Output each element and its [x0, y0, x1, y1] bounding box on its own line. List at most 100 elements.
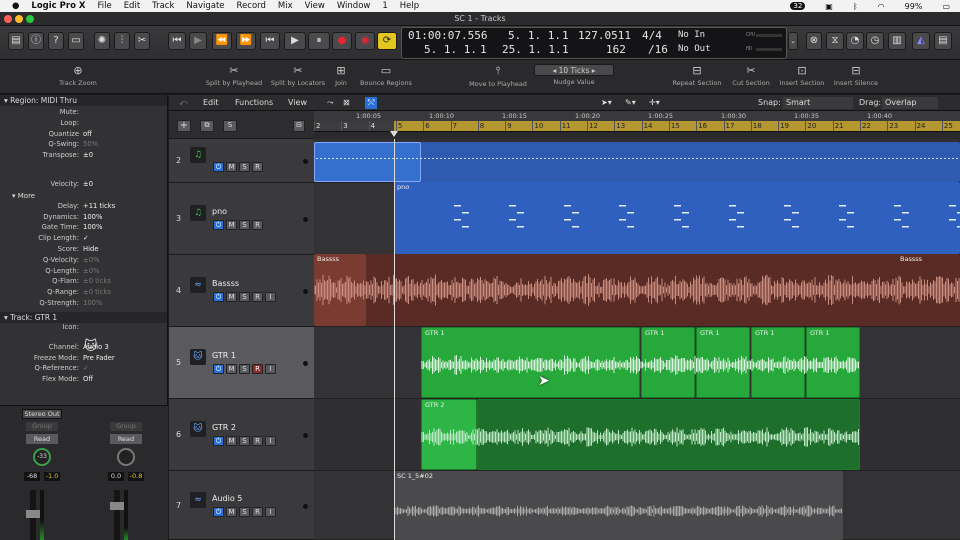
- menu-track[interactable]: Track: [152, 1, 174, 11]
- peak-readout-1[interactable]: -1.0: [44, 472, 60, 481]
- track-solo-button[interactable]: S: [239, 292, 250, 302]
- region-param-row[interactable]: Mute:: [0, 108, 167, 119]
- track-mute-button[interactable]: M: [226, 220, 237, 230]
- region-param-row[interactable]: Quantize off: [0, 130, 167, 141]
- track-solo-button[interactable]: S: [239, 436, 250, 446]
- track-name[interactable]: Bassss: [212, 279, 239, 288]
- track-power-button[interactable]: ⏻: [213, 506, 224, 517]
- control-icon[interactable]: ▣: [825, 2, 833, 11]
- track-inspector-header[interactable]: ▾ Track: GTR 1: [0, 311, 167, 323]
- track-icon[interactable]: ♫: [190, 147, 206, 163]
- play-button[interactable]: ▶: [284, 32, 306, 50]
- more-param-value[interactable]: +11 ticks: [83, 202, 115, 210]
- marquee-tool-icon[interactable]: ✛▾: [649, 97, 660, 109]
- minimize-window-button[interactable]: [15, 15, 23, 23]
- track-record-button[interactable]: R: [252, 220, 263, 230]
- drag-select[interactable]: Overlap: [882, 97, 938, 109]
- close-window-button[interactable]: [4, 15, 12, 23]
- back-arrow-icon[interactable]: ⤺: [179, 97, 188, 109]
- output-stereo-out[interactable]: Stereo Out: [22, 409, 62, 419]
- track-solo-button[interactable]: S: [239, 162, 250, 172]
- region-bassss-2[interactable]: Bassss: [366, 254, 960, 326]
- volume-readout-1[interactable]: -68: [24, 472, 40, 481]
- track-power-button[interactable]: ⏻: [213, 364, 224, 374]
- peak-readout-2[interactable]: -0.8: [128, 472, 144, 481]
- track-volume-dot[interactable]: [303, 503, 308, 509]
- region-gtr1-2[interactable]: GTR 1: [641, 327, 695, 398]
- track-header[interactable]: 2 ♫ ⏻ M S R: [169, 139, 314, 183]
- automation-read-1[interactable]: Read: [26, 434, 58, 444]
- volume-readout-2[interactable]: 0.0: [108, 472, 124, 481]
- link-icon[interactable]: ⤲: [365, 97, 378, 109]
- editors-scissors-icon[interactable]: ✂: [134, 32, 150, 50]
- track-mute-button[interactable]: M: [226, 162, 237, 172]
- battery-level[interactable]: 99%: [905, 2, 923, 11]
- track-record-button[interactable]: R: [252, 162, 263, 172]
- more-param-row[interactable]: Score: Hide: [0, 245, 167, 256]
- region-param-value[interactable]: ±0: [83, 151, 93, 159]
- track-record-button[interactable]: R: [252, 436, 263, 446]
- menu-file[interactable]: File: [97, 1, 111, 11]
- region-bassss-1[interactable]: Bassss: [314, 254, 366, 326]
- track-record-button[interactable]: R: [252, 292, 263, 302]
- menu-view[interactable]: View: [305, 1, 325, 11]
- more-param-row[interactable]: Q-Flam: ±0 ticks: [0, 277, 167, 288]
- track-param-value[interactable]: ✓: [83, 364, 89, 372]
- menu-record[interactable]: Record: [237, 1, 266, 11]
- wifi-icon[interactable]: ◠: [878, 2, 885, 11]
- more-param-value[interactable]: ±0 ticks: [83, 277, 111, 285]
- menu-help[interactable]: Help: [400, 1, 419, 11]
- more-param-value[interactable]: 100%: [83, 299, 102, 307]
- more-param-row[interactable]: Q-Length: ±0%: [0, 267, 167, 278]
- playhead[interactable]: [394, 139, 395, 540]
- region-inspector-header[interactable]: ▾ Region: MIDI Thru: [0, 95, 167, 106]
- menu-mix[interactable]: Mix: [278, 1, 293, 11]
- track-record-button[interactable]: R: [252, 364, 263, 374]
- track-solo-button[interactable]: S: [239, 506, 250, 517]
- region-gtr1-1[interactable]: GTR 1: [421, 327, 640, 398]
- group-slot-1[interactable]: Group: [26, 422, 58, 431]
- lcd-display[interactable]: 01:00:07.556 5. 1. 1. 1 127.0511 4/4 No …: [401, 27, 787, 59]
- note-pad-icon[interactable]: ◷: [866, 32, 884, 50]
- bounce-regions-tool[interactable]: ▭ Bounce Regions: [358, 64, 414, 87]
- track-icon[interactable]: 🐱: [190, 349, 206, 365]
- add-track-button[interactable]: +: [177, 120, 191, 132]
- menu-app[interactable]: Logic Pro X: [31, 1, 85, 11]
- fader-2[interactable]: [114, 490, 120, 540]
- insert-section-tool[interactable]: ⊡ Insert Section: [778, 64, 826, 87]
- region-param-value[interactable]: ±0: [83, 180, 93, 188]
- track-param-row[interactable]: Q-Reference: ✓: [0, 364, 167, 375]
- edit-menu[interactable]: Edit: [203, 97, 219, 109]
- track-solo-button[interactable]: S: [239, 364, 250, 374]
- insert-silence-tool[interactable]: ⊟ Insert Silence: [832, 64, 880, 87]
- region-param-row[interactable]: Loop:: [0, 119, 167, 130]
- region-param-value[interactable]: 50%: [83, 140, 98, 148]
- status-badge[interactable]: 32: [790, 2, 806, 10]
- track-param-value[interactable]: Off: [83, 375, 93, 383]
- menu-window[interactable]: Window: [337, 1, 371, 11]
- track-icon[interactable]: ≈: [190, 491, 206, 508]
- track-input-monitor-button[interactable]: I: [265, 506, 276, 517]
- new-track-stack-icon[interactable]: ⧉: [200, 120, 214, 132]
- track-volume-dot[interactable]: [303, 433, 308, 438]
- split-locators-tool[interactable]: ✂ Split by Locators: [270, 64, 326, 87]
- more-param-value[interactable]: ✓: [83, 234, 89, 242]
- zoom-window-button[interactable]: [26, 15, 34, 23]
- menu-navigate[interactable]: Navigate: [186, 1, 224, 11]
- track-name[interactable]: GTR 1: [212, 351, 236, 360]
- functions-menu[interactable]: Functions: [235, 97, 273, 109]
- move-to-playhead-tool[interactable]: ⫯ Move to Playhead: [468, 64, 528, 88]
- library-button[interactable]: ▤: [8, 32, 24, 50]
- track-icon[interactable]: 🐱: [190, 421, 206, 437]
- browser-icon[interactable]: ◭: [912, 32, 930, 50]
- go-to-beginning-button[interactable]: ⏮: [168, 32, 186, 50]
- smart-controls-icon[interactable]: ✺: [94, 32, 110, 50]
- automation-read-2[interactable]: Read: [110, 434, 142, 444]
- track-input-monitor-button[interactable]: I: [265, 292, 276, 302]
- catch-icon[interactable]: ⊠: [343, 97, 350, 109]
- flex-icon[interactable]: ⤳: [327, 97, 333, 109]
- more-param-value[interactable]: 100%: [83, 223, 102, 231]
- forward-button[interactable]: ⏩: [236, 32, 256, 50]
- track-name[interactable]: GTR 2: [212, 423, 236, 432]
- track-input-monitor-button[interactable]: I: [265, 364, 276, 374]
